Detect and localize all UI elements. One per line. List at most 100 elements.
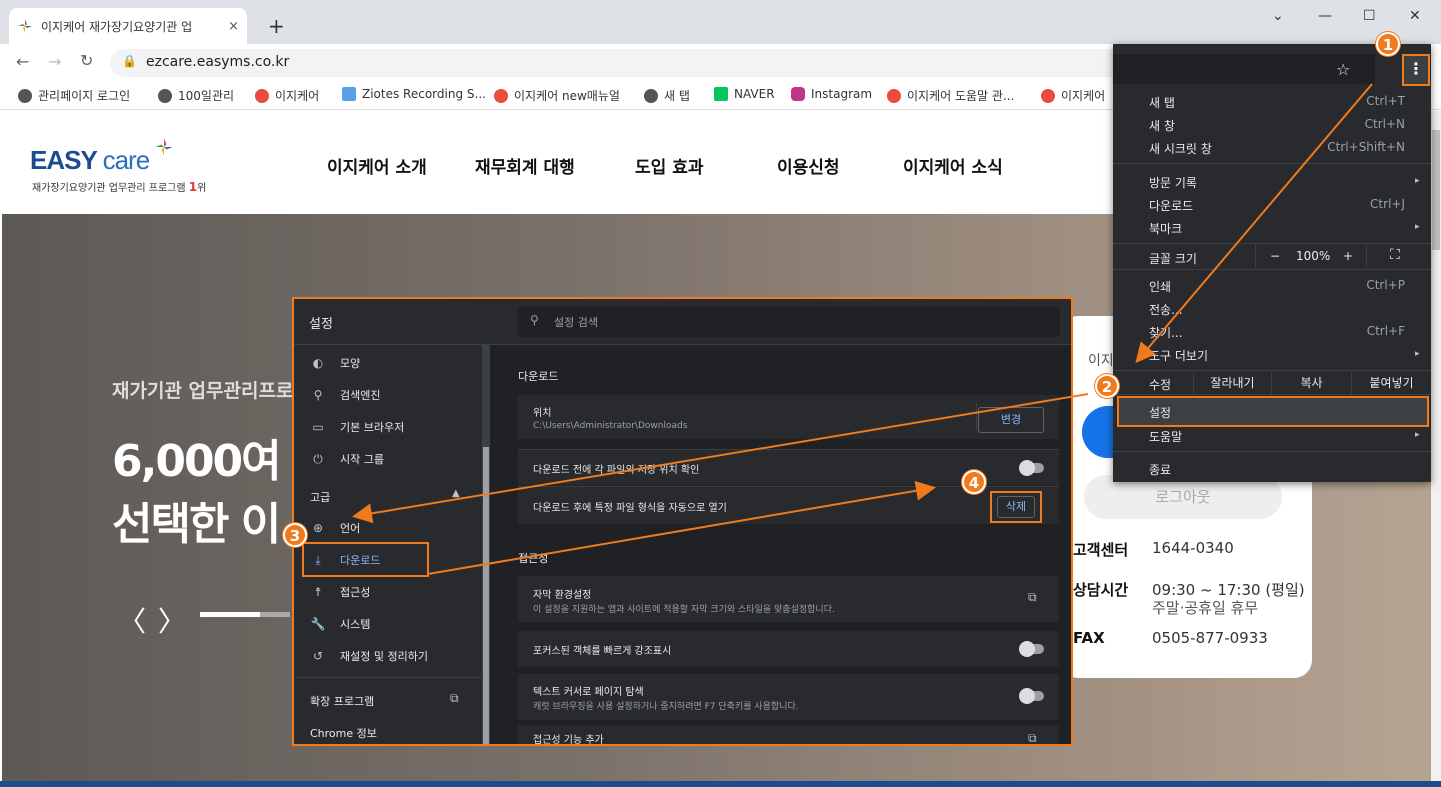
menu-item-cast[interactable]: 전송... xyxy=(1149,301,1183,318)
sidebar-item-reset[interactable]: ↺ 재설정 및 정리하기 xyxy=(310,648,428,664)
bookmark-item[interactable]: 새 탭 xyxy=(644,87,690,104)
bookmark-item[interactable]: Instagram xyxy=(791,87,872,101)
fullscreen-icon[interactable]: ⛶ xyxy=(1390,247,1400,263)
page-scrollbar-thumb[interactable] xyxy=(1432,130,1440,250)
add-accessibility-row[interactable]: 접근성 기능 추가 ⧉ xyxy=(518,725,1059,746)
address-bar[interactable]: 🔒 ezcare.easyms.co.kr xyxy=(110,49,1140,77)
menu-divider xyxy=(1113,394,1431,395)
bookmark-item[interactable]: 이지케어 xyxy=(1041,87,1105,104)
caret-title: 텍스트 커서로 페이지 탐색 xyxy=(533,687,644,698)
menu-item-more-tools[interactable]: 도구 더보기 xyxy=(1149,347,1208,364)
nav-item[interactable]: 이지케어 소개 xyxy=(327,153,427,178)
info-label: FAX xyxy=(1073,629,1105,647)
menu-item-history[interactable]: 방문 기록 xyxy=(1149,174,1197,191)
sidebar-item-default-browser[interactable]: ▭ 기본 브라우저 xyxy=(310,419,404,435)
ask-location-toggle[interactable] xyxy=(1019,460,1044,476)
slide-progress-track xyxy=(260,612,290,617)
change-location-button[interactable]: 변경 xyxy=(978,407,1044,433)
settings-search-input[interactable]: ⚲ 설정 검색 xyxy=(518,307,1060,337)
sidebar-item-extensions[interactable]: 확장 프로그램 xyxy=(310,693,374,709)
wrench-icon: 🔧 xyxy=(310,617,326,631)
clear-auto-open-button[interactable]: 삭제 xyxy=(990,491,1042,523)
search-icon: ⚲ xyxy=(530,313,539,327)
menu-item-downloads[interactable]: 다운로드 xyxy=(1149,197,1193,214)
nav-item[interactable]: 이용신청 xyxy=(777,153,840,178)
browser-tab[interactable]: 이지케어 재가장기요양기관 업 × xyxy=(9,8,247,44)
menu-item-bookmarks[interactable]: 북마크 xyxy=(1149,220,1182,237)
lock-icon: 🔒 xyxy=(122,54,137,68)
new-tab-button[interactable]: + xyxy=(268,14,285,38)
menu-item-find[interactable]: 찾기... xyxy=(1149,324,1183,341)
browser-icon: ▭ xyxy=(312,420,324,434)
slide-next-icon[interactable]: 〉 xyxy=(158,600,186,640)
caret-browsing-toggle[interactable] xyxy=(1019,688,1044,704)
captions-row[interactable]: 자막 환경설정 이 설정을 지원하는 앱과 사이트에 적용할 자막 크기와 스타… xyxy=(518,576,1059,622)
menu-zoom-label: 글꼴 크기 xyxy=(1149,252,1197,266)
sidebar-advanced-toggle[interactable]: 고급 xyxy=(310,489,330,505)
menu-paste-button[interactable]: 붙여넣기 xyxy=(1351,372,1431,394)
menu-divider xyxy=(1113,370,1431,371)
logo-mark-icon xyxy=(155,138,173,156)
menu-cut-button[interactable]: 잘라내기 xyxy=(1193,372,1271,394)
location-label: 위치 xyxy=(533,408,552,419)
forward-icon[interactable]: → xyxy=(48,52,61,71)
menu-item-new-tab[interactable]: 새 탭 xyxy=(1149,94,1175,111)
menu-item-new-window[interactable]: 새 창 xyxy=(1149,117,1175,134)
caret-browsing-row: 텍스트 커서로 페이지 탐색 캐럿 브라우징을 사용 설정하거나 중지하려면 F… xyxy=(518,674,1059,720)
nav-item[interactable]: 재무회계 대행 xyxy=(475,153,575,178)
sidebar-item-appearance[interactable]: ◐ 모양 xyxy=(310,355,361,371)
nav-item[interactable]: 이지케어 소식 xyxy=(903,153,1003,178)
sidebar-item-accessibility[interactable]: ☨ 접근성 xyxy=(310,584,371,600)
nav-item[interactable]: 도입 효과 xyxy=(635,153,703,178)
focus-highlight-toggle[interactable] xyxy=(1019,641,1044,657)
sidebar-item-startup[interactable]: ⏻ 시작 그룹 xyxy=(310,451,384,467)
bookmark-item[interactable]: 100일관리 xyxy=(158,87,234,104)
bookmark-item[interactable]: NAVER xyxy=(714,87,775,101)
zoom-out-button[interactable]: − xyxy=(1270,249,1280,263)
bookmark-item[interactable]: 이지케어 도움말 관... xyxy=(887,87,1014,104)
sidebar-item-about[interactable]: Chrome 정보 xyxy=(310,725,377,741)
kebab-menu-icon[interactable]: ⋮ xyxy=(1402,54,1430,86)
window-close-button[interactable]: ✕ xyxy=(1409,8,1421,24)
sidebar-item-languages[interactable]: ⊕ 언어 xyxy=(310,520,360,536)
info-label: 고객센터 xyxy=(1073,541,1129,559)
logo-tagline: 재가장기요양기관 업무관리 프로그램 1위 xyxy=(32,180,207,194)
menu-copy-button[interactable]: 복사 xyxy=(1271,372,1351,394)
menu-item-incognito[interactable]: 새 시크릿 창 xyxy=(1149,140,1212,157)
menu-divider xyxy=(1113,269,1431,270)
info-value: 1644-0340 xyxy=(1152,539,1234,557)
reload-icon[interactable]: ↻ xyxy=(80,51,93,70)
external-link-icon: ⧉ xyxy=(1028,731,1037,745)
tab-title: 이지케어 재가장기요양기관 업 xyxy=(41,19,193,34)
zoom-in-button[interactable]: + xyxy=(1343,249,1353,263)
site-logo[interactable]: EASY care xyxy=(30,138,173,176)
menu-item-print[interactable]: 인쇄 xyxy=(1149,278,1171,295)
menu-shortcut: Ctrl+P xyxy=(1366,278,1405,292)
bookmark-item[interactable]: Ziotes Recording S... xyxy=(342,87,486,101)
sidebar-item-system[interactable]: 🔧 시스템 xyxy=(310,616,371,632)
downloads-highlight-box xyxy=(302,542,429,577)
bookmark-item[interactable]: 이지케어 xyxy=(255,87,319,104)
star-icon[interactable]: ☆ xyxy=(1336,60,1350,79)
sidebar-scrollbar-thumb[interactable] xyxy=(483,447,489,744)
captions-title: 자막 환경설정 xyxy=(533,590,592,601)
add-accessibility-label: 접근성 기능 추가 xyxy=(533,735,604,746)
submenu-arrow-icon: ▸ xyxy=(1415,176,1420,186)
menu-shortcut: Ctrl+F xyxy=(1366,324,1405,338)
step-badge-2: 2 xyxy=(1095,374,1119,398)
minimize-icon[interactable]: ⌄ xyxy=(1272,8,1284,24)
window-minimize-button[interactable]: — xyxy=(1318,8,1332,24)
bookmark-item[interactable]: 관리페이지 로그인 xyxy=(18,87,130,104)
bookmark-item[interactable]: 이지케어 new매뉴얼 xyxy=(494,87,620,104)
window-maximize-button[interactable]: ☐ xyxy=(1363,8,1376,24)
back-icon[interactable]: ← xyxy=(16,52,29,71)
reset-icon: ↺ xyxy=(312,649,324,663)
menu-item-exit[interactable]: 종료 xyxy=(1149,461,1171,478)
submenu-arrow-icon: ▸ xyxy=(1415,430,1420,440)
sidebar-item-search-engine[interactable]: ⚲ 검색엔진 xyxy=(310,387,381,403)
menu-item-settings[interactable]: 설정 xyxy=(1149,404,1171,421)
slide-prev-icon[interactable]: 〈 xyxy=(118,600,146,640)
tab-close-icon[interactable]: × xyxy=(228,19,239,34)
focus-highlight-row: 포커스된 객체를 빠르게 강조표시 xyxy=(518,631,1059,667)
menu-item-help[interactable]: 도움말 xyxy=(1149,428,1182,445)
